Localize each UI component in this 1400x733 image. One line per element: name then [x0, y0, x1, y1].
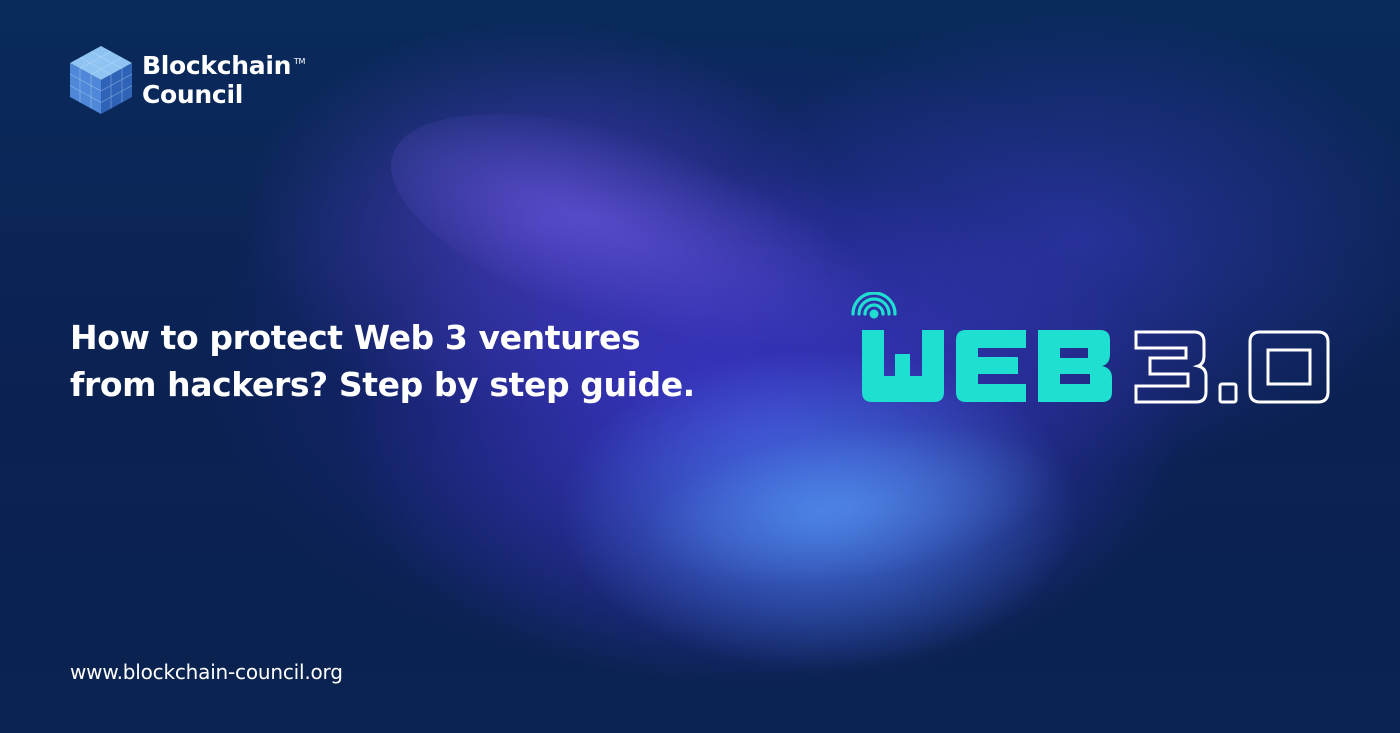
cube-icon: [69, 46, 133, 114]
trademark-mark: TM: [293, 57, 306, 66]
digit-3: [1134, 330, 1208, 404]
brand-name-line2: Council: [142, 80, 243, 109]
headline-line1: How to protect Web 3 ventures: [70, 318, 641, 357]
brand-name: Blockchain Council TM: [142, 51, 305, 109]
headline: How to protect Web 3 ventures from hacke…: [70, 314, 695, 408]
letter-b: [1038, 330, 1112, 402]
wifi-signal-icon: [851, 292, 897, 319]
headline-line2: from hackers? Step by step guide.: [70, 365, 695, 404]
brand-name-line1: Blockchain: [142, 51, 292, 80]
brand-logo: Blockchain Council TM: [68, 44, 305, 116]
background-glow-streak-lower: [631, 401, 1069, 609]
website-url: www.blockchain-council.org: [70, 660, 343, 684]
digit-0: [1248, 330, 1330, 404]
letter-w: [862, 330, 944, 402]
letter-e: [956, 330, 1026, 402]
decimal-point: [1218, 382, 1238, 404]
web3-graphic: [851, 292, 1330, 404]
